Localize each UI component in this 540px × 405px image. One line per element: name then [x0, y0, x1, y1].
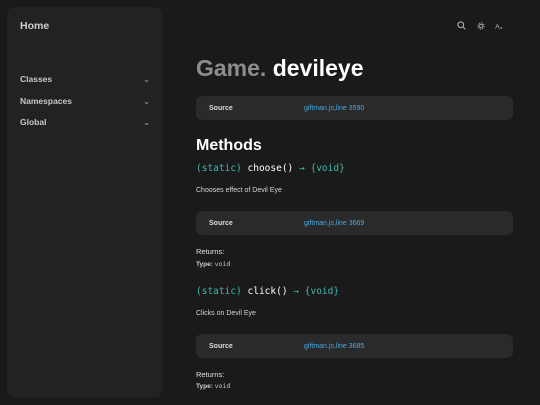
- search-icon[interactable]: [456, 20, 467, 31]
- source-label: Source: [209, 104, 233, 112]
- source-label: Source: [209, 219, 233, 227]
- sidebar-item-namespaces[interactable]: Namespaces ⌄: [20, 96, 150, 106]
- arrow-right-icon: →: [293, 286, 300, 297]
- sidebar: Home Classes ⌄ Namespaces ⌄ Global ⌄: [7, 7, 162, 398]
- sidebar-item-label: Global: [20, 117, 47, 127]
- type-value: void: [214, 260, 231, 268]
- methods-heading: Methods: [196, 137, 262, 154]
- namespace-name: Game.: [196, 55, 267, 81]
- svg-text:a: a: [500, 25, 503, 30]
- sidebar-item-label: Namespaces: [20, 96, 72, 106]
- sidebar-item-global[interactable]: Global ⌄: [20, 117, 150, 127]
- method-name: click(): [247, 286, 288, 297]
- home-link[interactable]: Home: [20, 20, 49, 32]
- method-description: Clicks on Devil Eye: [196, 310, 256, 317]
- gear-icon[interactable]: [475, 20, 486, 31]
- returns-type: Type: void: [196, 260, 230, 268]
- source-label: Source: [209, 342, 233, 350]
- sidebar-item-classes[interactable]: Classes ⌄: [20, 74, 150, 84]
- page-title: Game. devileye: [196, 55, 364, 82]
- toolbar: Aa: [456, 20, 505, 31]
- source-link[interactable]: giftman.js,line 3685: [304, 343, 364, 350]
- chevron-down-icon: ⌄: [143, 74, 150, 84]
- source-box: Source giftman.js,line 3685: [196, 334, 513, 358]
- return-type: {void}: [304, 286, 340, 297]
- source-box: Source giftman.js,line 3590: [196, 96, 513, 120]
- type-label: Type:: [196, 261, 213, 268]
- method-description: Chooses effect of Devil Eye: [196, 187, 282, 194]
- arrow-right-icon: →: [299, 163, 305, 174]
- type-label: Type:: [196, 383, 213, 390]
- static-keyword: (static): [196, 163, 242, 174]
- source-link[interactable]: giftman.js,line 3590: [304, 105, 364, 112]
- chevron-down-icon: ⌄: [143, 117, 150, 127]
- static-keyword: (static): [196, 286, 242, 297]
- type-value: void: [214, 382, 231, 390]
- method-signature-choose: (static) choose() → {void}: [196, 163, 345, 174]
- returns-heading: Returns:: [196, 247, 225, 256]
- return-type: {void}: [310, 163, 345, 174]
- member-name: devileye: [272, 55, 364, 81]
- source-link[interactable]: giftman.js,line 3669: [304, 220, 364, 227]
- sidebar-item-label: Classes: [20, 74, 53, 84]
- chevron-down-icon: ⌄: [143, 96, 150, 106]
- font-size-icon[interactable]: Aa: [494, 20, 505, 31]
- method-name: choose(): [247, 163, 294, 174]
- returns-type: Type: void: [196, 382, 230, 390]
- returns-heading: Returns:: [196, 370, 225, 379]
- source-box: Source giftman.js,line 3669: [196, 211, 513, 235]
- method-signature-click: (static) click() → {void}: [196, 286, 339, 297]
